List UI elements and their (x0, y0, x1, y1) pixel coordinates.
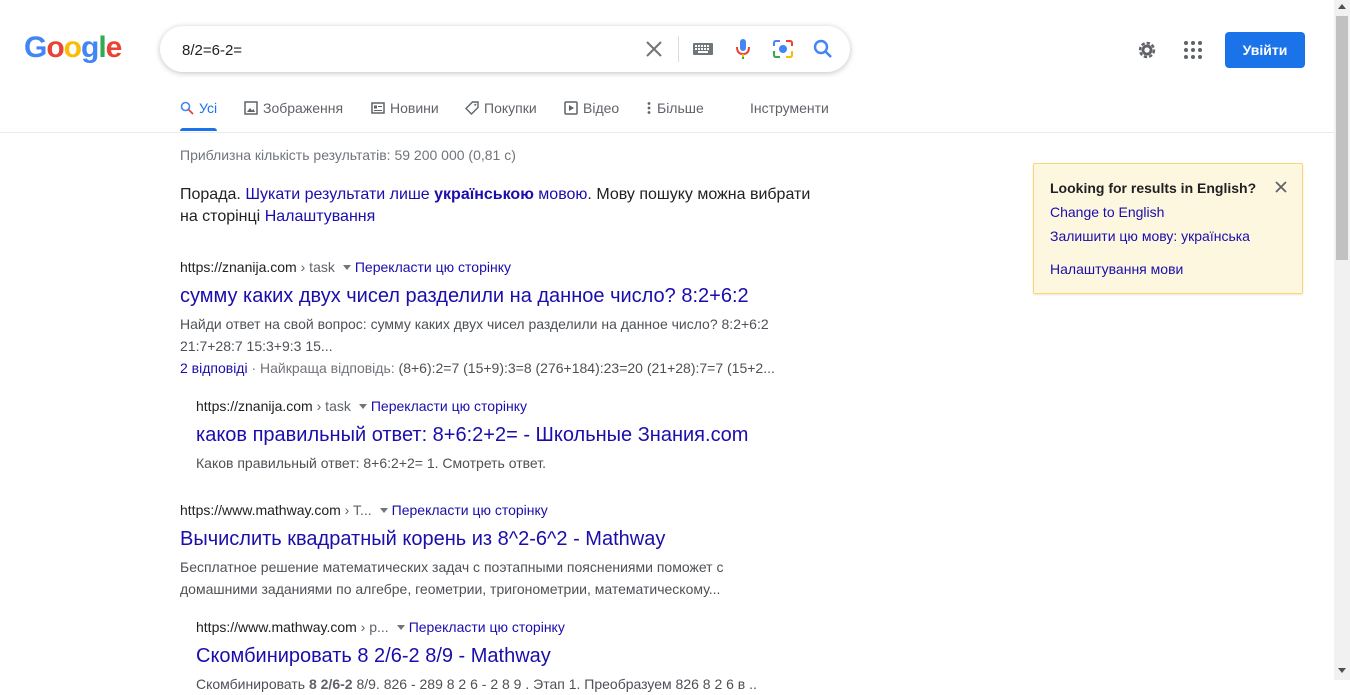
keep-language-link[interactable]: Залишити цю мову: українська (1050, 228, 1250, 244)
scroll-down-arrow-icon[interactable] (1338, 668, 1346, 673)
news-icon (371, 102, 385, 114)
translate-link[interactable]: Перекласти цю сторінку (355, 259, 511, 275)
logo-letter: e (105, 31, 123, 64)
result-title[interactable]: сумму каких двух чисел разделили на данн… (180, 283, 780, 309)
tab-label: Покупки (484, 100, 537, 116)
logo-letter: g (81, 31, 99, 64)
search-result: https://znanija.com › task Перекласти цю … (180, 257, 780, 379)
result-title[interactable]: каков правильный ответ: 8+6:2+2= - Школь… (196, 422, 796, 448)
more-icon (647, 102, 651, 114)
tab-video[interactable]: Відео (564, 100, 619, 132)
snippet-text: Скомбинировать (196, 676, 309, 692)
language-panel: Looking for results in English? Change t… (1033, 163, 1303, 294)
snippet-text: 8/9. 826 - 289 8 2 6 - 2 8 9 . Этап 1. П… (352, 676, 756, 692)
play-icon (564, 101, 578, 115)
result-cite: https://www.mathway.com › p... Перекласти… (196, 617, 756, 637)
translate-link[interactable]: Перекласти цю сторінку (371, 398, 527, 414)
search-icon[interactable] (811, 37, 835, 61)
signin-button[interactable]: Увійти (1225, 32, 1305, 68)
language-settings-link[interactable]: Налаштування мови (1050, 261, 1183, 277)
apps-icon[interactable] (1181, 38, 1205, 62)
result-site: https://znanija.com (196, 398, 313, 414)
caret-down-icon[interactable] (396, 624, 405, 630)
mic-icon[interactable] (731, 37, 755, 61)
search-input[interactable] (180, 38, 624, 62)
page-scrollbar[interactable] (1334, 0, 1350, 680)
search-result-sub: https://www.mathway.com › p... Перекласти… (196, 617, 756, 695)
tip-settings-link[interactable]: Налаштування (265, 208, 376, 225)
result-site: https://www.mathway.com (180, 502, 341, 518)
tip-language-link[interactable]: Шукати результати лише українською мовою (245, 186, 587, 203)
translate-link[interactable]: Перекласти цю сторінку (409, 619, 565, 635)
logo-letter: l (98, 31, 106, 64)
result-snippet: Каков правильный ответ: 8+6:2+2= 1. Смот… (196, 455, 546, 471)
scroll-up-arrow-icon[interactable] (1338, 4, 1346, 9)
search-box (160, 26, 850, 72)
lens-icon[interactable] (771, 37, 795, 61)
result-title[interactable]: Скомбинировать 8 2/6-2 8/9 - Mathway (196, 643, 756, 669)
tag-icon (465, 101, 479, 115)
result-site: https://znanija.com (180, 259, 297, 275)
tab-label: Зображення (263, 100, 344, 116)
snippet-bold: 8 2/6-2 (308, 676, 353, 692)
result-stats: Приблизна кількість результатів: 59 200 … (180, 147, 516, 163)
gear-icon[interactable] (1135, 38, 1159, 62)
search-divider (678, 36, 679, 62)
tip-link-text: мовою (533, 186, 588, 203)
tip-link-bold: українською (434, 186, 534, 203)
logo-letter: G (24, 31, 47, 64)
logo-letter: o (46, 31, 64, 64)
result-snippet: Бесплатное решение математических задач … (180, 559, 724, 597)
result-path: › p... (356, 619, 389, 635)
tab-shopping[interactable]: Покупки (465, 100, 537, 132)
clear-icon[interactable] (642, 37, 666, 61)
image-icon (244, 101, 258, 115)
tab-tools[interactable]: Інструменти (750, 100, 829, 132)
search-result: https://www.mathway.com › T... Перекласти… (180, 500, 740, 600)
google-logo[interactable]: Google (24, 31, 123, 64)
result-site: https://www.mathway.com (196, 619, 357, 635)
keyboard-icon[interactable] (691, 37, 715, 61)
tab-more[interactable]: Більше (646, 100, 704, 132)
result-snippet: Найди ответ на свой вопрос: сумму каких … (180, 316, 769, 354)
result-cite: https://www.mathway.com › T... Перекласти… (180, 500, 740, 520)
tab-all[interactable]: Усі (180, 100, 218, 132)
tip-link-text: Шукати результати лише (245, 186, 435, 203)
logo-letter: o (63, 31, 82, 64)
translate-link[interactable]: Перекласти цю сторінку (392, 502, 548, 518)
result-path: › task (312, 398, 351, 414)
result-cite: https://znanija.com › task Перекласти цю … (180, 257, 780, 277)
result-path: › task (296, 259, 335, 275)
tab-label: Відео (583, 100, 620, 116)
close-icon[interactable] (1272, 178, 1290, 196)
tip-prefix: Порада. (180, 186, 246, 203)
result-cite: https://znanija.com › task Перекласти цю … (196, 396, 796, 416)
result-title[interactable]: Вычислить квадратный корень из 8^2-6^2 -… (180, 526, 740, 552)
tab-news[interactable]: Новини (371, 100, 439, 132)
tab-label: Більше (657, 100, 704, 116)
result-path: › T... (340, 502, 372, 518)
caret-down-icon[interactable] (342, 264, 351, 270)
tab-label: Новини (390, 100, 439, 116)
tabs-divider (0, 132, 1334, 133)
caret-down-icon[interactable] (379, 507, 388, 513)
search-result-sub: https://znanija.com › task Перекласти цю … (196, 396, 796, 474)
tab-images[interactable]: Зображення (244, 100, 343, 132)
result-snippet: Скомбинировать 8 2/6-2 8/9. 826 - 289 8 … (196, 673, 756, 695)
language-tip: Порада. Шукати результати лише українськ… (180, 184, 820, 228)
tab-label: Інструменти (750, 100, 829, 116)
caret-down-icon[interactable] (358, 403, 367, 409)
answers-link[interactable]: 2 відповіді (180, 360, 248, 376)
search-icon (180, 101, 194, 115)
change-to-english-link[interactable]: Change to English (1050, 204, 1164, 220)
tab-label: Усі (199, 100, 218, 116)
scroll-thumb[interactable] (1336, 16, 1348, 260)
result-answers: 2 відповіді · Найкраща відповідь: (8+6):… (180, 357, 780, 379)
best-answer-label: · Найкраща відповідь: (247, 360, 399, 376)
best-answer-text: (8+6):2=7 (15+9):3=8 (276+184):23=20 (21… (398, 360, 775, 376)
language-panel-title: Looking for results in English? (1050, 180, 1257, 196)
